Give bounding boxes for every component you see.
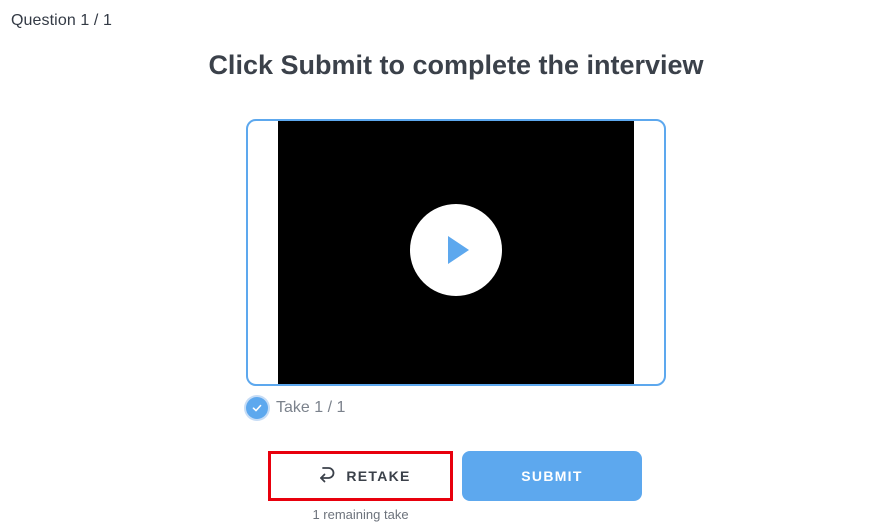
play-icon [448, 236, 469, 264]
check-icon [252, 404, 262, 412]
question-counter: Question 1 / 1 [11, 12, 113, 29]
submit-button[interactable]: SUBMIT [462, 451, 642, 501]
take-label: Take 1 / 1 [276, 399, 346, 416]
submit-label: SUBMIT [521, 468, 583, 484]
remaining-takes-note: 1 remaining take [312, 507, 409, 522]
retake-button[interactable]: RETAKE [268, 451, 453, 501]
retake-label: RETAKE [346, 468, 411, 484]
take-selector[interactable]: Take 1 / 1 [246, 396, 345, 420]
take-radio[interactable] [246, 397, 268, 419]
retake-arrow-icon [320, 467, 335, 483]
play-button[interactable] [410, 204, 502, 296]
video-player-frame [246, 119, 666, 386]
video-player[interactable] [278, 121, 634, 384]
page-title: Click Submit to complete the interview [208, 50, 704, 80]
interview-page: Question 1 / 1 Click Submit to complete … [0, 0, 896, 524]
